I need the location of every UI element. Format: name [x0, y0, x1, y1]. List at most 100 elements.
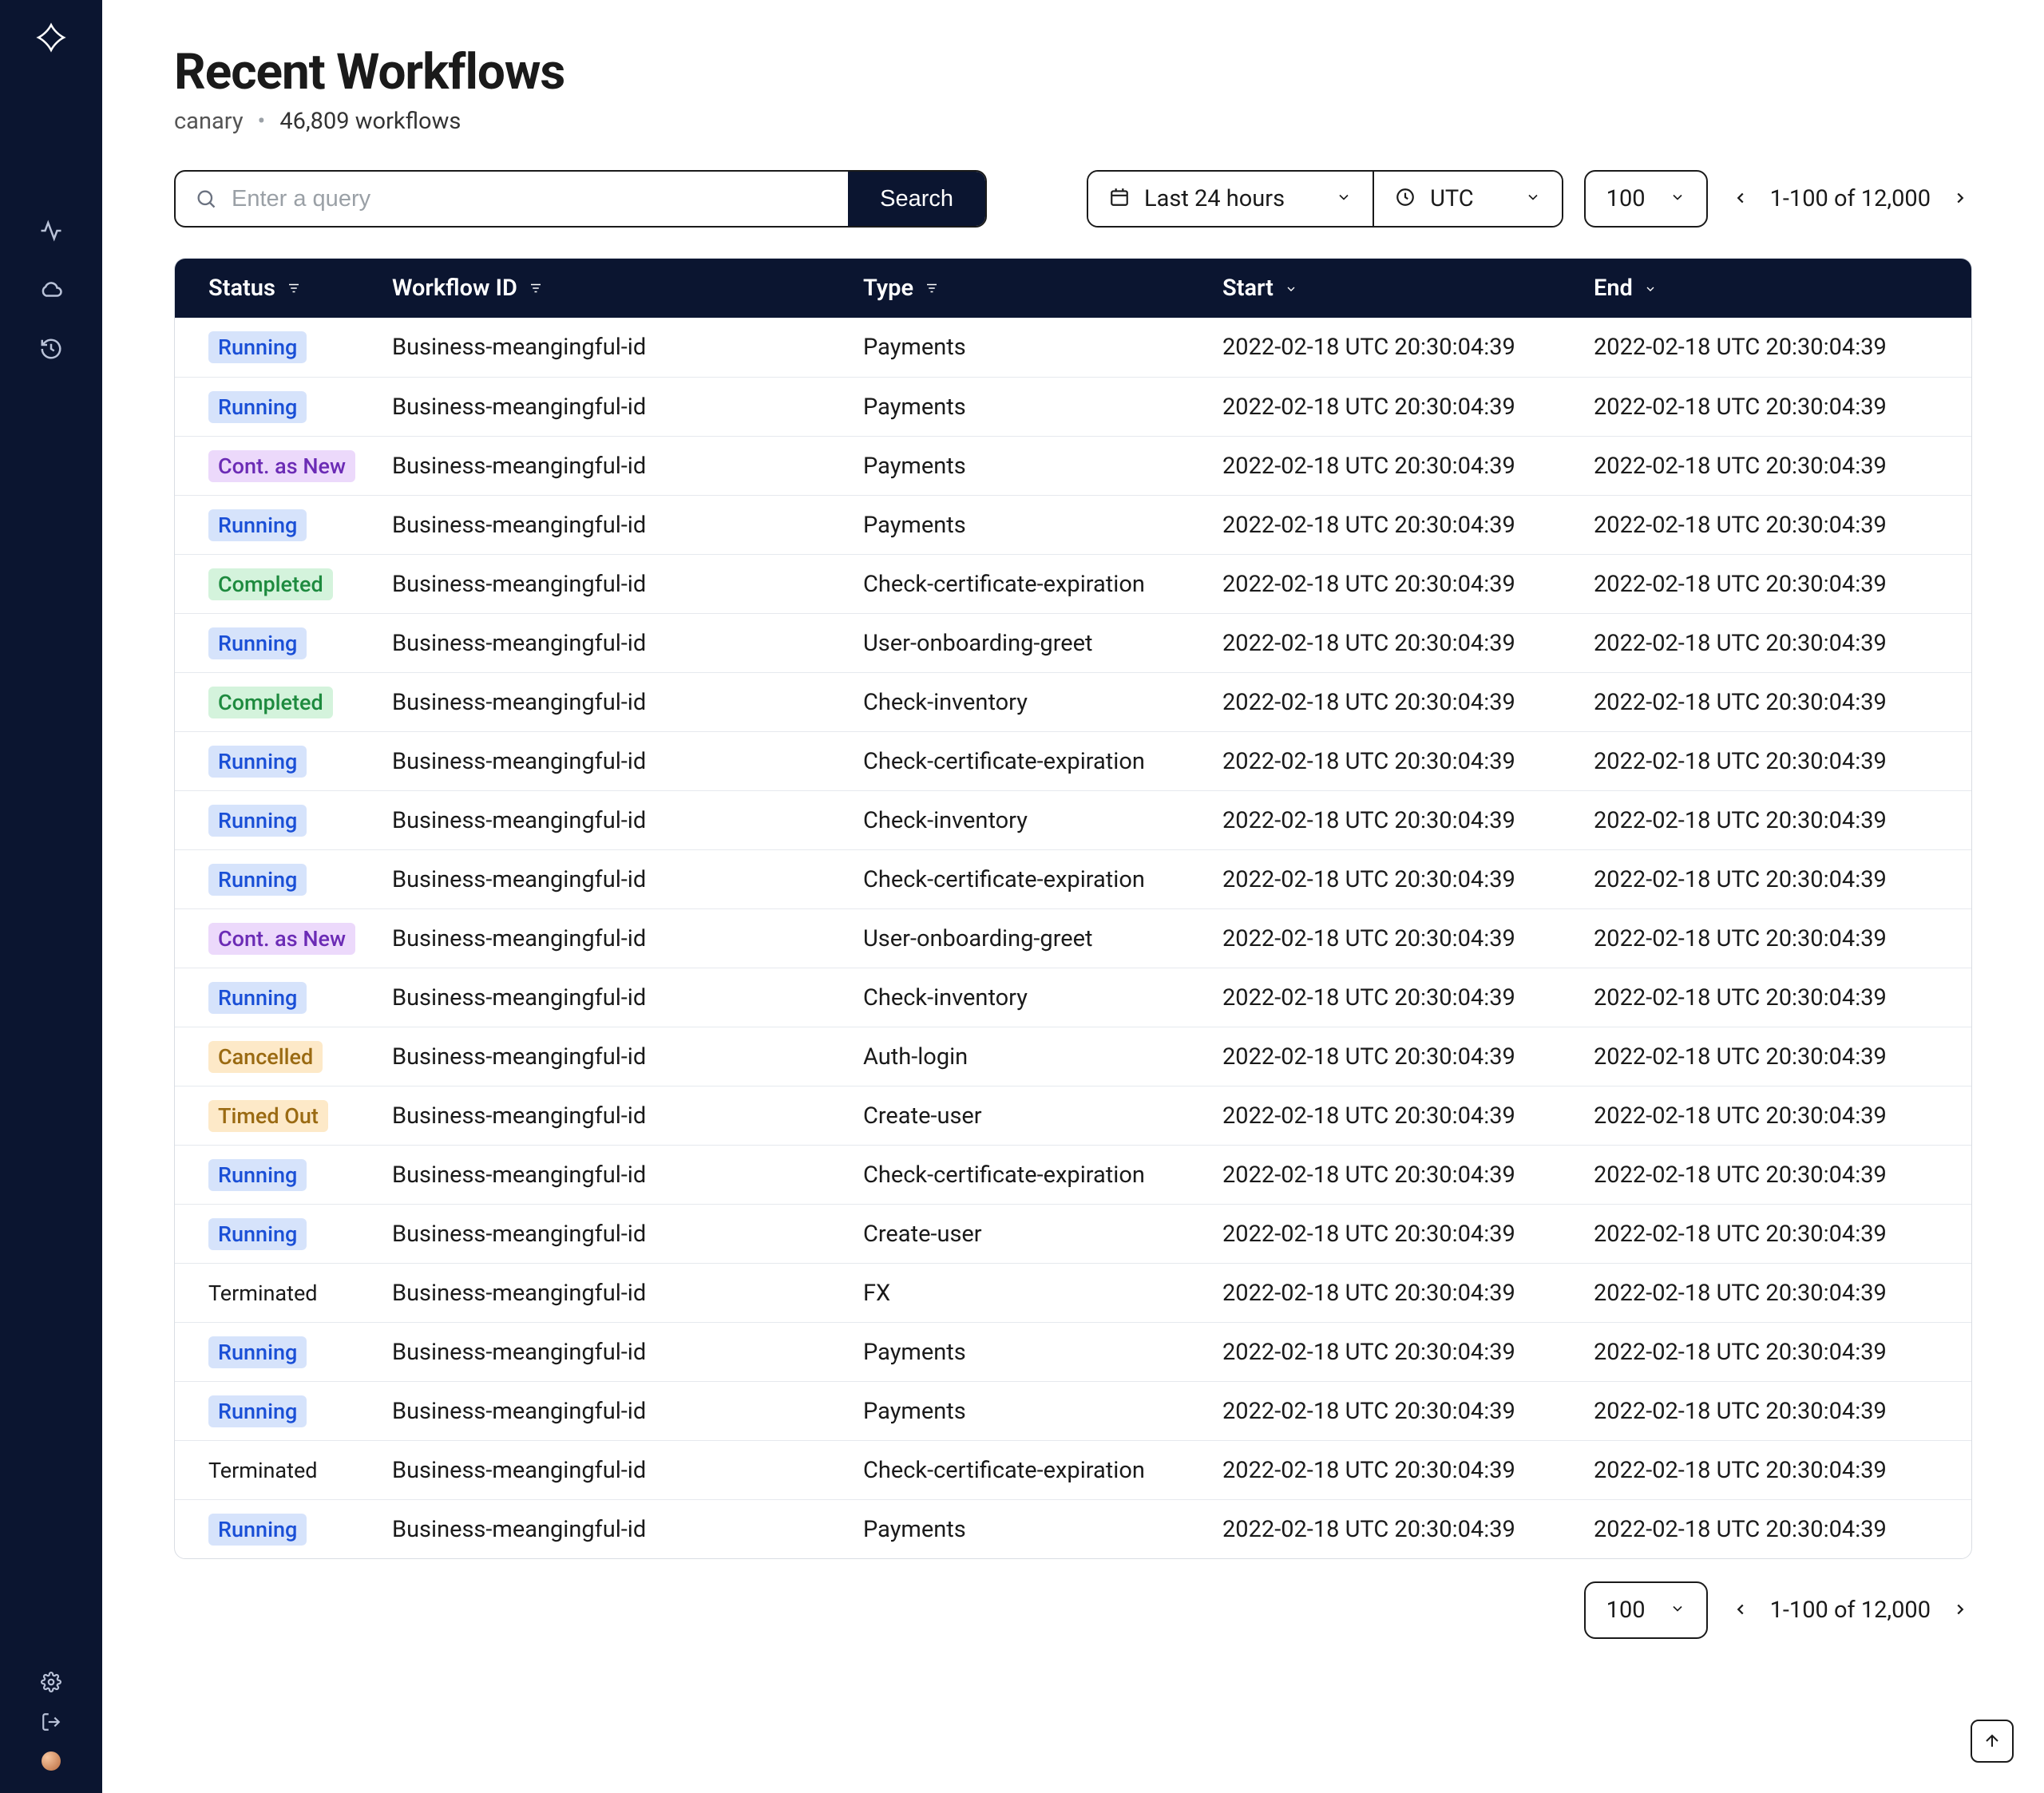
table-row[interactable]: RunningBusiness-meangingful-idCheck-cert…: [175, 849, 1971, 908]
table-row[interactable]: RunningBusiness-meangingful-idPayments20…: [175, 318, 1971, 377]
type-cell: Payments: [863, 334, 1222, 361]
prev-page-button[interactable]: [1729, 186, 1753, 212]
table-row[interactable]: Running Business-meangingful-idPayments20…: [175, 377, 1971, 436]
cloud-icon[interactable]: [39, 278, 63, 302]
workflow-id-cell: Business-meangingful-id: [392, 453, 863, 480]
table-row[interactable]: Timed OutBusiness-meangingful-idCreate-u…: [175, 1086, 1971, 1145]
end-cell: 2022-02-18 UTC 20:30:04:39: [1594, 453, 1938, 480]
table-row[interactable]: RunningBusiness-meangingful-idCheck-cert…: [175, 1145, 1971, 1204]
page-title: Recent Workflows: [174, 43, 1972, 101]
end-cell: 2022-02-18 UTC 20:30:04:39: [1594, 1339, 1938, 1366]
logout-icon[interactable]: [41, 1712, 61, 1732]
workflow-id-cell: Business-meangingful-id: [392, 807, 863, 834]
next-page-button[interactable]: [1948, 186, 1972, 212]
start-cell: 2022-02-18 UTC 20:30:04:39: [1222, 689, 1594, 716]
workflow-id-cell: Business-meangingful-id: [392, 630, 863, 657]
pagination-label: 1-100 of 12,000: [1770, 185, 1931, 212]
status-badge: Terminated: [208, 1455, 327, 1486]
table-body: RunningBusiness-meangingful-idPayments20…: [175, 318, 1971, 1558]
status-badge: Completed: [208, 568, 333, 600]
col-type[interactable]: Type: [863, 275, 1222, 302]
start-cell: 2022-02-18 UTC 20:30:04:39: [1222, 807, 1594, 834]
status-badge: Completed: [208, 687, 333, 718]
avatar[interactable]: [42, 1751, 61, 1771]
table-row[interactable]: RunningBusiness-meangingful-idCheck-inve…: [175, 968, 1971, 1027]
type-cell: Auth-login: [863, 1043, 1222, 1071]
table-row[interactable]: RunningBusiness-meangingful-idPayments20…: [175, 495, 1971, 554]
search-button[interactable]: Search: [848, 172, 985, 226]
status-badge: Running: [208, 1218, 307, 1250]
end-cell: 2022-02-18 UTC 20:30:04:39: [1594, 1280, 1938, 1307]
start-cell: 2022-02-18 UTC 20:30:04:39: [1222, 1043, 1594, 1071]
next-page-button-bottom[interactable]: [1948, 1597, 1972, 1624]
table-row[interactable]: CancelledBusiness-meangingful-idAuth-log…: [175, 1027, 1971, 1086]
timezone-select[interactable]: UTC: [1373, 172, 1562, 226]
footer: 100 1-100 of 12,000: [174, 1581, 1972, 1639]
table-row[interactable]: RunningBusiness-meangingful-idPayments20…: [175, 1381, 1971, 1440]
search-icon: [176, 172, 217, 226]
history-icon[interactable]: [39, 337, 63, 361]
table-row[interactable]: RunningBusiness-meangingful-idPayments20…: [175, 1322, 1971, 1381]
search-input[interactable]: [217, 172, 848, 226]
table-row[interactable]: Terminated Business-meangingful-idFX 2022-…: [175, 1263, 1971, 1322]
chevron-down-icon: [1336, 189, 1352, 208]
prev-page-button-bottom[interactable]: [1729, 1597, 1753, 1624]
type-cell: Payments: [863, 512, 1222, 539]
workflow-id-cell: Business-meangingful-id: [392, 394, 863, 421]
activity-icon[interactable]: [39, 219, 63, 243]
table-row[interactable]: TerminatedBusiness-meangingful-idCheck-c…: [175, 1440, 1971, 1499]
type-cell: Payments: [863, 1398, 1222, 1425]
table-row[interactable]: Cont. as NewBusiness-meangingful-idUser-…: [175, 908, 1971, 968]
table-row[interactable]: CompletedBusiness-meangingful-idCheck-ce…: [175, 554, 1971, 613]
table-row[interactable]: RunningBusiness-meangingful-idCheck-cert…: [175, 731, 1971, 790]
workflow-id-cell: Business-meangingful-id: [392, 748, 863, 775]
end-cell: 2022-02-18 UTC 20:30:04:39: [1594, 1102, 1938, 1130]
time-range-select[interactable]: Last 24 hours: [1088, 172, 1373, 226]
end-cell: 2022-02-18 UTC 20:30:04:39: [1594, 1398, 1938, 1425]
table-row[interactable]: CompletedBusiness-meangingful-idCheck-in…: [175, 672, 1971, 731]
page-size-select-bottom[interactable]: 100: [1584, 1581, 1708, 1639]
col-workflow-id[interactable]: Workflow ID: [392, 275, 863, 302]
start-cell: 2022-02-18 UTC 20:30:04:39: [1222, 866, 1594, 893]
table-row[interactable]: RunningBusiness-meangingful-idPayments20…: [175, 1499, 1971, 1558]
end-cell: 2022-02-18 UTC 20:30:04:39: [1594, 1457, 1938, 1484]
start-cell: 2022-02-18 UTC 20:30:04:39: [1222, 1221, 1594, 1248]
table-row[interactable]: RunningBusiness-meangingful-idCreate-use…: [175, 1204, 1971, 1263]
end-cell: 2022-02-18 UTC 20:30:04:39: [1594, 630, 1938, 657]
main-content: Recent Workflows canary • 46,809 workflo…: [102, 0, 2044, 1793]
table-row[interactable]: RunningBusiness-meangingful-idCheck-inve…: [175, 790, 1971, 849]
status-badge: Running: [208, 1336, 307, 1368]
status-badge: Running: [208, 1514, 307, 1546]
type-cell: Check-inventory: [863, 984, 1222, 1011]
page-size-select[interactable]: 100: [1584, 170, 1708, 228]
type-cell: User-onboarding-greet: [863, 630, 1222, 657]
logo-icon[interactable]: [36, 22, 66, 53]
type-cell: Payments: [863, 394, 1222, 421]
status-badge: Cont. as New: [208, 923, 355, 955]
col-type-label: Type: [863, 275, 913, 302]
pagination-bottom: 1-100 of 12,000: [1729, 1597, 1972, 1624]
time-range-label: Last 24 hours: [1144, 185, 1285, 212]
workflows-table: Status Workflow ID Type Start End Runnin…: [174, 258, 1972, 1559]
col-status[interactable]: Status: [208, 275, 392, 302]
status-badge: Running: [208, 1395, 307, 1427]
settings-icon[interactable]: [41, 1672, 61, 1692]
status-badge: Cont. as New: [208, 450, 355, 482]
end-cell: 2022-02-18 UTC 20:30:04:39: [1594, 866, 1938, 893]
end-cell: 2022-02-18 UTC 20:30:04:39: [1594, 512, 1938, 539]
status-badge: Running: [208, 391, 307, 423]
start-cell: 2022-02-18 UTC 20:30:04:39: [1222, 630, 1594, 657]
status-badge: Terminated: [208, 1277, 327, 1309]
start-cell: 2022-02-18 UTC 20:30:04:39: [1222, 394, 1594, 421]
end-cell: 2022-02-18 UTC 20:30:04:39: [1594, 1162, 1938, 1189]
col-start[interactable]: Start: [1222, 275, 1594, 302]
workflow-id-cell: Business-meangingful-id: [392, 1280, 863, 1307]
status-badge: Running: [208, 509, 307, 541]
col-end[interactable]: End: [1594, 275, 1938, 302]
scroll-to-top-button[interactable]: [1971, 1720, 2014, 1763]
table-header: Status Workflow ID Type Start End: [175, 259, 1971, 318]
table-row[interactable]: RunningBusiness-meangingful-idUser-onboa…: [175, 613, 1971, 672]
type-cell: FX: [863, 1280, 1222, 1307]
table-row[interactable]: Cont. as New Business-meangingful-idPayme…: [175, 436, 1971, 495]
type-cell: Payments: [863, 453, 1222, 480]
